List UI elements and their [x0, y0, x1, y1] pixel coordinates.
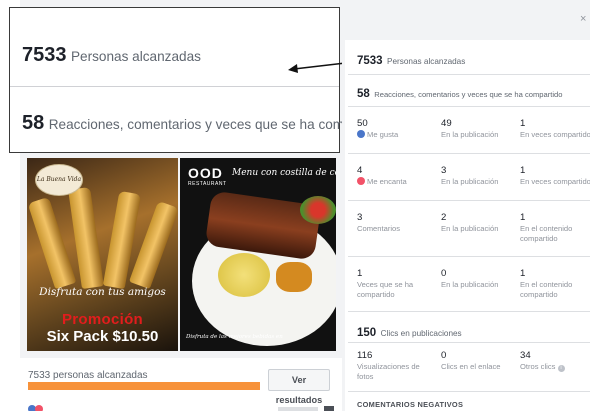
beer-bottle: [27, 196, 77, 290]
stat-shares-shared: 1 En el contenido compartido: [520, 268, 573, 299]
brand-logo: La Buena Vida: [35, 164, 83, 196]
stat-comments: 3 Comentarios: [357, 212, 401, 233]
zoom-reach-row: 7533 Personas alcanzadas: [22, 44, 201, 67]
stat-shares: 1 Veces que se ha compartido: [357, 268, 414, 299]
stat-comments-post: 2 En la publicación: [441, 212, 499, 233]
stat-likes-shared: 1 En veces compartido: [520, 118, 590, 139]
panel-clicks-number: 150: [357, 327, 377, 339]
zoom-engagement-number: 58: [22, 112, 45, 134]
zoom-engagement-row: 58 Reacciones, comentarios y veces que s…: [22, 112, 386, 135]
stat-loves-shared: 1 En veces compartido: [520, 165, 590, 186]
zoom-reach-label: Personas alcanzadas: [70, 49, 201, 64]
close-icon[interactable]: ×: [580, 13, 586, 25]
stat-comments-shared: 1 En el contenido compartido: [520, 212, 573, 243]
zoom-callout: 7533 Personas alcanzadas 58 Reacciones, …: [9, 7, 386, 153]
zoom-engagement-label: Reacciones, comentarios y veces que se h…: [48, 117, 386, 132]
rice-image: [218, 253, 270, 297]
stat-loves-post: 3 En la publicación: [441, 165, 499, 186]
panel-reach: 7533 Personas alcanzadas: [357, 51, 465, 69]
reaction-icons: [28, 405, 334, 411]
promo-caption: Disfruta con tus amigos: [39, 286, 166, 298]
stat-link-clicks: 0 Clics en el enlace: [441, 350, 501, 371]
divider: [10, 86, 339, 87]
stat-loves: 4 Me encanta: [357, 165, 407, 186]
divider: [348, 200, 590, 201]
divider: [348, 342, 590, 343]
panel-clicks: 150 Clics en publicaciones: [357, 323, 462, 341]
reach-progress-bar: [28, 382, 260, 390]
panel-engagement-label: Reacciones, comentarios y veces que se h…: [374, 90, 563, 99]
negative-feedback-title: COMENTARIOS NEGATIVOS: [357, 400, 464, 409]
stat-shares-post: 0 En la publicación: [441, 268, 499, 289]
reach-summary: 7533 personas alcanzadas: [28, 370, 148, 381]
menu-title: Menu con costilla de cerdo: [232, 168, 336, 178]
divider: [348, 256, 590, 257]
info-icon[interactable]: i: [557, 365, 565, 372]
stat-other-clicks: 34 Otros clics i: [520, 350, 565, 372]
view-results-button[interactable]: Ver resultados: [268, 369, 330, 405]
food-caption: Disfruta de las mejores bebidas en: [186, 334, 283, 340]
divider: [348, 74, 590, 75]
restaurant-logo: OOD RESTAURANT: [188, 165, 227, 187]
divider: [348, 311, 590, 312]
promo-image-food[interactable]: OODRESTAURANT Menu con costilla de cerdo…: [180, 158, 336, 351]
zoom-reach-number: 7533: [22, 44, 67, 66]
divider: [348, 106, 590, 107]
stat-likes: 50 Me gusta: [357, 118, 399, 139]
promo-image-beer[interactable]: La Buena Vida Disfruta con tus amigos Pr…: [27, 158, 178, 351]
divider: [348, 391, 590, 392]
thumbs-up-icon: [357, 130, 365, 138]
panel-clicks-label: Clics en publicaciones: [380, 329, 462, 338]
salad-image: [300, 196, 336, 224]
divider: [348, 153, 590, 154]
fries-image: [276, 262, 312, 292]
stat-likes-post: 49 En la publicación: [441, 118, 499, 139]
panel-reach-label: Personas alcanzadas: [387, 57, 466, 66]
panel-reach-number: 7533: [357, 55, 383, 67]
heart-icon: [357, 177, 365, 185]
promo-heading: Promoción: [61, 311, 144, 328]
stat-photo-views: 116 Visualizaciones de fotos: [357, 350, 420, 381]
panel-engagement-number: 58: [357, 88, 370, 100]
panel-engagement: 58 Reacciones, comentarios y veces que s…: [357, 84, 563, 102]
promo-price: Six Pack $10.50: [46, 328, 159, 345]
